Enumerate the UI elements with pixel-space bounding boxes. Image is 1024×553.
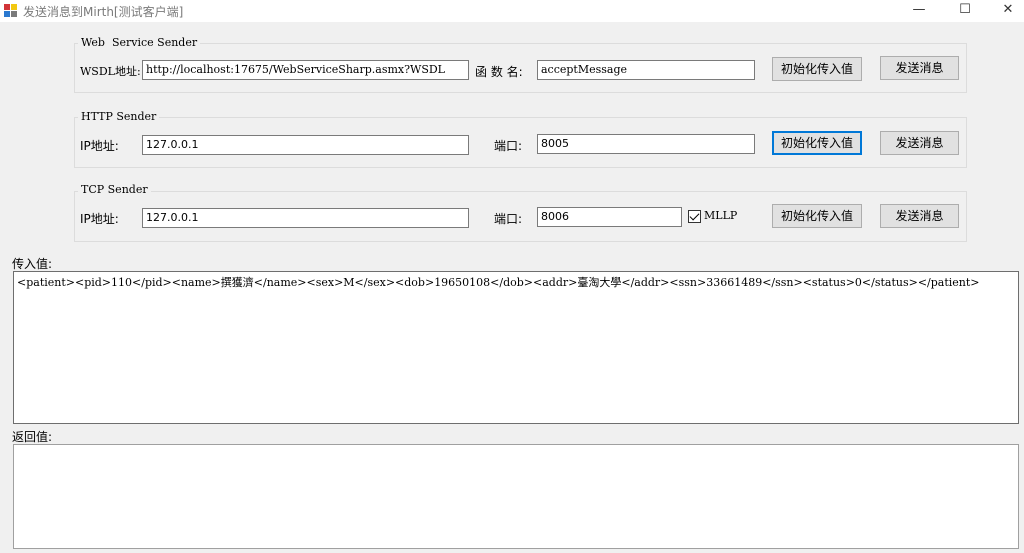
- http-port-input[interactable]: 8005: [537, 134, 755, 154]
- input-value-textarea[interactable]: <patient><pid>110</pid><name>撰獲濟</name><…: [13, 271, 1019, 424]
- http-ip-label: IP地址:: [80, 139, 119, 153]
- ws-send-button[interactable]: 发送消息: [880, 56, 959, 80]
- ws-init-button[interactable]: 初始化传入值: [772, 57, 862, 81]
- return-value-textarea[interactable]: [13, 444, 1019, 549]
- app-icon: [4, 4, 18, 18]
- mllp-label: MLLP: [704, 209, 738, 222]
- http-group-title: HTTP Sender: [78, 110, 160, 123]
- maximize-button[interactable]: ☐: [942, 0, 988, 22]
- mllp-checkbox[interactable]: [688, 210, 701, 223]
- window-title: 发送消息到Mirth[测试客户端]: [23, 5, 184, 19]
- tcp-ip-input[interactable]: 127.0.0.1: [142, 208, 469, 228]
- tcp-port-input[interactable]: 8006: [537, 207, 682, 227]
- input-value-label: 传入值:: [12, 257, 53, 271]
- tcp-init-button[interactable]: 初始化传入值: [772, 204, 862, 228]
- minimize-button[interactable]: —: [896, 0, 942, 22]
- http-ip-input[interactable]: 127.0.0.1: [142, 135, 469, 155]
- input-value-text: <patient><pid>110</pid><name>撰獲濟</name><…: [17, 276, 980, 289]
- function-name-input[interactable]: acceptMessage: [537, 60, 755, 80]
- web-service-group-title: Web Service Sender: [78, 36, 201, 49]
- tcp-group-title: TCP Sender: [78, 183, 151, 196]
- wsdl-input[interactable]: http://localhost:17675/WebServiceSharp.a…: [142, 60, 469, 80]
- tcp-port-label: 端口:: [494, 212, 523, 226]
- title-bar: 发送消息到Mirth[测试客户端] — ☐ ✕: [0, 0, 1024, 22]
- tcp-send-button[interactable]: 发送消息: [880, 204, 959, 228]
- wsdl-label: WSDL地址:: [80, 65, 141, 78]
- http-send-button[interactable]: 发送消息: [880, 131, 959, 155]
- close-button[interactable]: ✕: [985, 0, 1024, 22]
- return-value-label: 返回值:: [12, 430, 53, 444]
- http-init-button[interactable]: 初始化传入值: [772, 131, 862, 155]
- function-name-label: 函 数 名:: [475, 65, 523, 79]
- http-port-label: 端口:: [494, 139, 523, 153]
- tcp-ip-label: IP地址:: [80, 212, 119, 226]
